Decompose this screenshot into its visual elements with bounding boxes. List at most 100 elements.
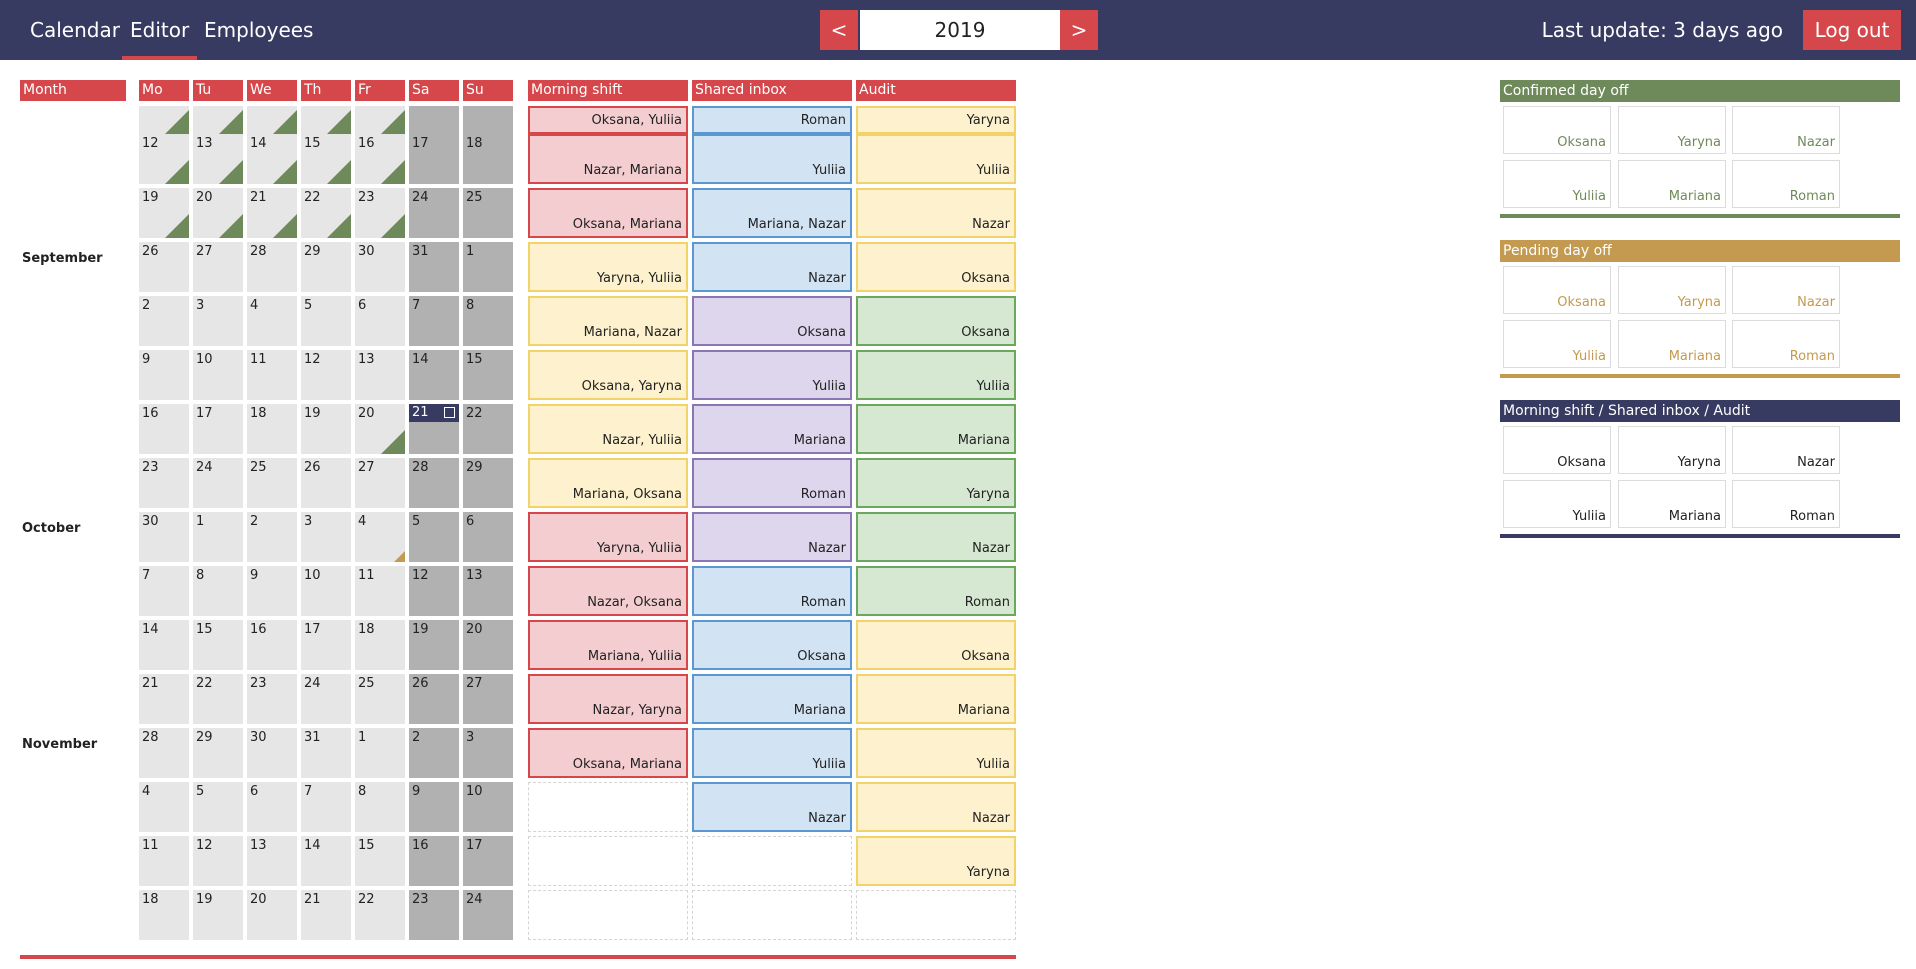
- day-cell[interactable]: [301, 106, 351, 134]
- audit-shift-cell[interactable]: Yuliia: [856, 134, 1016, 184]
- day-cell[interactable]: 23: [139, 458, 189, 508]
- day-cell[interactable]: 9: [409, 782, 459, 832]
- morning-shift-cell[interactable]: [528, 890, 688, 940]
- day-cell[interactable]: 12: [139, 134, 189, 184]
- day-cell[interactable]: 1: [193, 512, 243, 562]
- audit-shift-cell[interactable]: Nazar: [856, 188, 1016, 238]
- inbox-shift-cell[interactable]: Roman: [692, 566, 852, 616]
- day-cell[interactable]: 20: [355, 404, 405, 454]
- employee-chip[interactable]: Roman: [1732, 320, 1840, 368]
- day-cell[interactable]: 27: [463, 674, 513, 724]
- day-cell[interactable]: 19: [193, 890, 243, 940]
- day-cell[interactable]: 19: [139, 188, 189, 238]
- day-cell[interactable]: 17: [409, 134, 459, 184]
- day-cell[interactable]: 8: [193, 566, 243, 616]
- day-cell[interactable]: 21: [247, 188, 297, 238]
- day-cell[interactable]: 10: [193, 350, 243, 400]
- day-cell[interactable]: 30: [247, 728, 297, 778]
- morning-shift-cell[interactable]: Oksana, Mariana: [528, 188, 688, 238]
- day-cell[interactable]: 16: [355, 134, 405, 184]
- morning-shift-cell[interactable]: Mariana, Oksana: [528, 458, 688, 508]
- day-cell[interactable]: 28: [139, 728, 189, 778]
- day-cell[interactable]: 2: [409, 728, 459, 778]
- morning-shift-cell[interactable]: Oksana, Yaryna: [528, 350, 688, 400]
- day-cell[interactable]: 25: [247, 458, 297, 508]
- day-cell[interactable]: 20: [193, 188, 243, 238]
- day-cell[interactable]: 14: [409, 350, 459, 400]
- day-cell[interactable]: 5: [193, 782, 243, 832]
- day-cell[interactable]: 11: [355, 566, 405, 616]
- day-cell[interactable]: 22: [355, 890, 405, 940]
- day-cell[interactable]: 4: [247, 296, 297, 346]
- employee-chip[interactable]: Mariana: [1618, 480, 1726, 528]
- audit-shift-cell[interactable]: Yuliia: [856, 728, 1016, 778]
- inbox-shift-cell[interactable]: Yuliia: [692, 728, 852, 778]
- day-cell[interactable]: 20: [463, 620, 513, 670]
- employee-chip[interactable]: Yuliia: [1503, 160, 1611, 208]
- employee-chip[interactable]: Oksana: [1503, 106, 1611, 154]
- employee-chip[interactable]: Mariana: [1618, 160, 1726, 208]
- day-cell[interactable]: [409, 106, 459, 134]
- day-cell[interactable]: 8: [463, 296, 513, 346]
- morning-shift-cell[interactable]: Mariana, Yuliia: [528, 620, 688, 670]
- day-cell[interactable]: 29: [301, 242, 351, 292]
- employee-chip[interactable]: Roman: [1732, 160, 1840, 208]
- day-cell[interactable]: [463, 106, 513, 134]
- employee-chip[interactable]: Yaryna: [1618, 106, 1726, 154]
- inbox-shift-cell[interactable]: Yuliia: [692, 134, 852, 184]
- day-cell[interactable]: 18: [355, 620, 405, 670]
- day-cell[interactable]: 8: [355, 782, 405, 832]
- employee-chip[interactable]: Roman: [1732, 480, 1840, 528]
- day-cell[interactable]: 18: [247, 404, 297, 454]
- day-cell[interactable]: 13: [247, 836, 297, 886]
- audit-shift-cell[interactable]: [856, 890, 1016, 940]
- day-cell[interactable]: 31: [409, 242, 459, 292]
- day-cell[interactable]: 3: [463, 728, 513, 778]
- day-cell[interactable]: 4: [139, 782, 189, 832]
- day-cell[interactable]: 1: [463, 242, 513, 292]
- day-cell[interactable]: 15: [301, 134, 351, 184]
- day-cell[interactable]: 25: [355, 674, 405, 724]
- morning-shift-cell[interactable]: Oksana, Yuliia: [528, 106, 688, 134]
- day-cell[interactable]: 14: [247, 134, 297, 184]
- morning-shift-cell[interactable]: Nazar, Mariana: [528, 134, 688, 184]
- morning-shift-cell[interactable]: Mariana, Nazar: [528, 296, 688, 346]
- day-cell[interactable]: 29: [463, 458, 513, 508]
- audit-shift-cell[interactable]: Yaryna: [856, 836, 1016, 886]
- inbox-shift-cell[interactable]: Nazar: [692, 512, 852, 562]
- day-cell[interactable]: 12: [301, 350, 351, 400]
- day-cell[interactable]: 21: [409, 404, 459, 454]
- day-cell[interactable]: 14: [301, 836, 351, 886]
- employee-chip[interactable]: Yaryna: [1618, 266, 1726, 314]
- day-cell[interactable]: 15: [355, 836, 405, 886]
- day-cell[interactable]: 23: [409, 890, 459, 940]
- day-cell[interactable]: 6: [463, 512, 513, 562]
- day-cell[interactable]: 1: [355, 728, 405, 778]
- logout-button[interactable]: Log out: [1803, 10, 1901, 50]
- morning-shift-cell[interactable]: Nazar, Yaryna: [528, 674, 688, 724]
- day-cell[interactable]: 7: [409, 296, 459, 346]
- day-cell[interactable]: 6: [247, 782, 297, 832]
- day-cell[interactable]: 10: [463, 782, 513, 832]
- day-cell[interactable]: 26: [301, 458, 351, 508]
- morning-shift-cell[interactable]: Nazar, Yuliia: [528, 404, 688, 454]
- employee-chip[interactable]: Nazar: [1732, 266, 1840, 314]
- day-cell[interactable]: 3: [193, 296, 243, 346]
- morning-shift-cell[interactable]: Nazar, Oksana: [528, 566, 688, 616]
- nav-employees[interactable]: Employees: [196, 0, 321, 60]
- morning-shift-cell[interactable]: Yaryna, Yuliia: [528, 242, 688, 292]
- day-cell[interactable]: 24: [193, 458, 243, 508]
- day-cell[interactable]: 4: [355, 512, 405, 562]
- day-cell[interactable]: 30: [139, 512, 189, 562]
- day-cell[interactable]: 7: [301, 782, 351, 832]
- audit-shift-cell[interactable]: Nazar: [856, 512, 1016, 562]
- day-cell[interactable]: 25: [463, 188, 513, 238]
- day-cell[interactable]: 23: [247, 674, 297, 724]
- inbox-shift-cell[interactable]: Oksana: [692, 296, 852, 346]
- inbox-shift-cell[interactable]: Oksana: [692, 620, 852, 670]
- day-cell[interactable]: 17: [193, 404, 243, 454]
- day-cell[interactable]: 2: [139, 296, 189, 346]
- employee-chip[interactable]: Yuliia: [1503, 320, 1611, 368]
- day-cell[interactable]: 21: [139, 674, 189, 724]
- day-cell[interactable]: 22: [463, 404, 513, 454]
